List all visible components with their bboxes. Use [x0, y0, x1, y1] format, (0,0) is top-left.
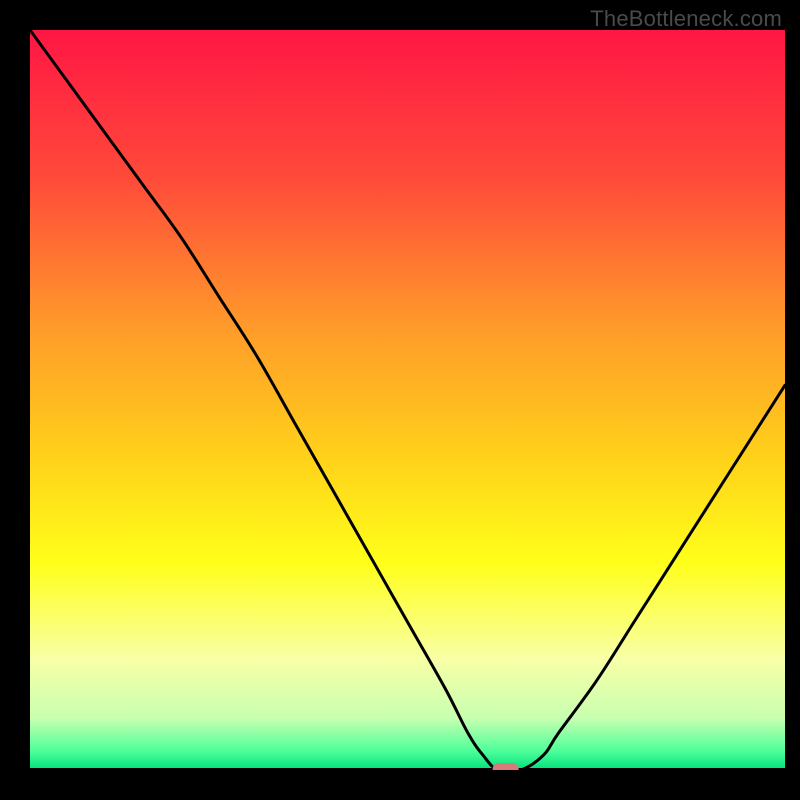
optimal-marker	[493, 763, 519, 770]
watermark-text: TheBottleneck.com	[590, 6, 782, 32]
chart-container: TheBottleneck.com	[0, 0, 800, 800]
chart-svg	[30, 30, 785, 770]
gradient-background	[30, 30, 785, 770]
plot-area	[30, 30, 785, 770]
